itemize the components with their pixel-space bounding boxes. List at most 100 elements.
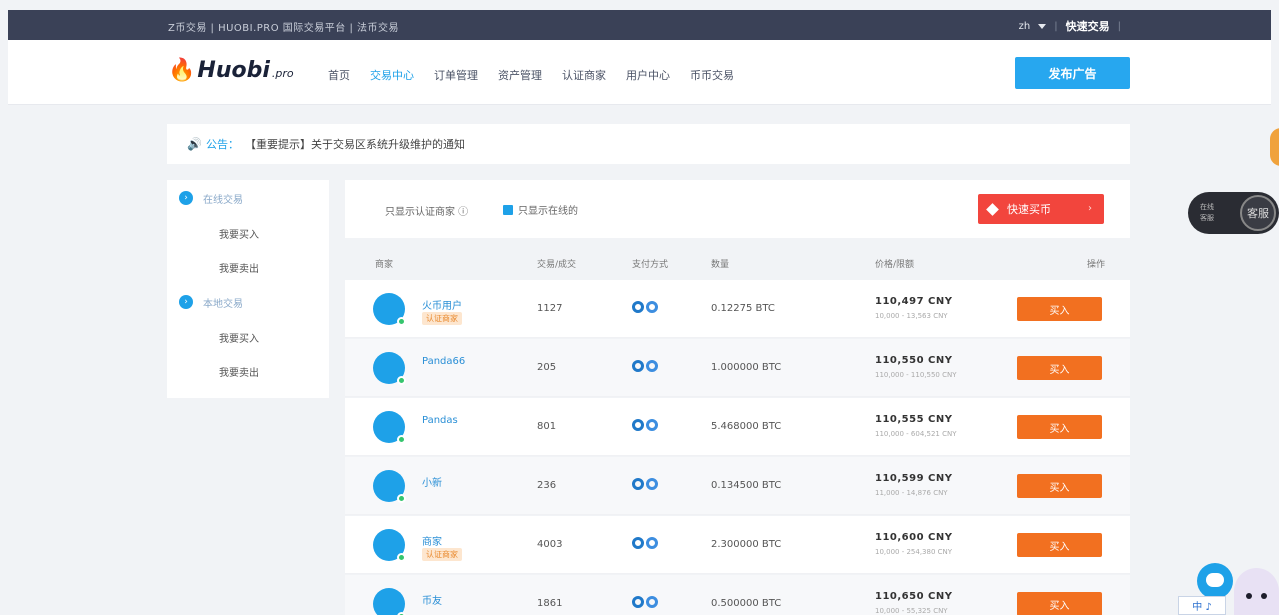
- nav-trade-center[interactable]: 交易中心: [360, 67, 424, 83]
- nav-certified[interactable]: 认证商家: [552, 67, 616, 83]
- merchant-name[interactable]: 商家: [422, 533, 442, 548]
- trade-limit: 110,000 - 604,521 CNY: [875, 430, 957, 438]
- online-status-dot: [397, 435, 406, 444]
- bank-icon: [646, 301, 658, 313]
- buy-button[interactable]: 买入: [1017, 356, 1102, 380]
- cs-text: 在线 客服: [1200, 203, 1214, 222]
- col-price: 价格/限额: [875, 259, 915, 270]
- buy-button[interactable]: 买入: [1017, 297, 1102, 321]
- merchant-name[interactable]: 币友: [422, 592, 442, 607]
- payment-methods: [632, 537, 658, 549]
- cs-avatar-icon[interactable]: 客服: [1240, 195, 1276, 231]
- unit-price: 110,599 CNY: [875, 473, 953, 484]
- buy-button[interactable]: 买入: [1017, 415, 1102, 439]
- buy-button[interactable]: 买入: [1017, 533, 1102, 557]
- online-status-dot: [397, 553, 406, 562]
- menu-item-local-sell[interactable]: 我要卖出: [167, 354, 329, 388]
- payment-methods: [632, 478, 658, 490]
- table-header: 商家 交易/成交 支付方式 数量 价格/限额 操作: [345, 252, 1130, 274]
- logo-suffix: .pro: [271, 67, 294, 80]
- merchant-avatar[interactable]: [373, 352, 406, 385]
- menu-group-online[interactable]: › 在线交易: [167, 180, 329, 216]
- nav-orders[interactable]: 订单管理: [424, 67, 488, 83]
- mascot-icon[interactable]: [1234, 568, 1279, 615]
- mascot-eye: [1261, 593, 1267, 599]
- alipay-icon: [632, 419, 644, 431]
- trade-limit: 10,000 - 254,380 CNY: [875, 548, 953, 556]
- menu-item-online-sell[interactable]: 我要卖出: [167, 250, 329, 284]
- fast-trade-link[interactable]: 快速交易: [1066, 18, 1110, 34]
- table-row: 币友 1861 0.500000 BTC 110,650 CNY 10,000 - 55…: [345, 575, 1130, 615]
- chevron-down-icon[interactable]: [1038, 23, 1047, 29]
- unit-price: 110,497 CNY: [875, 296, 953, 307]
- online-only-checkbox[interactable]: 只显示在线的: [503, 202, 578, 217]
- merchant-name[interactable]: 火币用户: [422, 297, 462, 312]
- trade-limit: 110,000 - 110,550 CNY: [875, 371, 957, 379]
- trade-volume: 205: [537, 362, 557, 373]
- customer-service-widget[interactable]: 在线 客服 客服: [1188, 192, 1279, 234]
- language-selector[interactable]: zh: [1019, 21, 1031, 32]
- merchant-name[interactable]: Panda66: [422, 356, 465, 367]
- nav-coin-trade[interactable]: 币币交易: [680, 67, 744, 83]
- amount: 1.000000 BTC: [711, 362, 782, 373]
- top-links[interactable]: Z币交易 | HUOBI.PRO 国际交易平台 | 法币交易: [168, 19, 399, 34]
- notice-label: 公告：: [205, 138, 239, 151]
- merchant-avatar[interactable]: [373, 411, 406, 444]
- logo-flame-icon: 🔥: [168, 58, 196, 83]
- merchant-avatar[interactable]: [373, 588, 406, 615]
- merchant-avatar[interactable]: [373, 529, 406, 562]
- trade-volume: 1127: [537, 303, 563, 314]
- separator: |: [1054, 20, 1058, 32]
- buy-button[interactable]: 买入: [1017, 474, 1102, 498]
- merchant-avatar[interactable]: [373, 293, 406, 326]
- nav-home[interactable]: 首页: [318, 67, 360, 83]
- quick-buy-button[interactable]: 快速买币 ›: [978, 194, 1104, 224]
- bank-icon: [646, 537, 658, 549]
- alipay-icon: [632, 537, 644, 549]
- certified-filter[interactable]: 只显示认证商家 ⓘ: [385, 203, 468, 218]
- merchant-name[interactable]: 小新: [422, 474, 442, 489]
- merchant-name[interactable]: Pandas: [422, 415, 458, 426]
- bank-icon: [646, 478, 658, 490]
- payment-methods: [632, 360, 658, 372]
- unit-price: 110,600 CNY: [875, 532, 953, 543]
- mascot-eye: [1246, 593, 1252, 599]
- post-ad-button[interactable]: 发布广告: [1015, 57, 1130, 89]
- payment-methods: [632, 596, 658, 608]
- buy-button[interactable]: 买入: [1017, 592, 1102, 615]
- checkbox-checked-icon[interactable]: [503, 204, 513, 215]
- merchant-avatar[interactable]: [373, 470, 406, 503]
- trade-volume: 801: [537, 421, 557, 432]
- bank-icon: [646, 360, 658, 372]
- col-merchant: 商家: [375, 259, 394, 270]
- top-right: zh | 快速交易 |: [1019, 18, 1121, 34]
- nav-assets[interactable]: 资产管理: [488, 67, 552, 83]
- nav-user-center[interactable]: 用户中心: [616, 67, 680, 83]
- trade-volume: 1861: [537, 598, 563, 609]
- menu-item-local-buy[interactable]: 我要买入: [167, 320, 329, 354]
- main-nav: 首页 交易中心 订单管理 资产管理 认证商家 用户中心 币币交易: [318, 67, 744, 83]
- trade-limit: 11,000 - 14,876 CNY: [875, 489, 948, 497]
- amount: 2.300000 BTC: [711, 539, 782, 550]
- filter-bar: 只显示认证商家 ⓘ 只显示在线的 快速买币 ›: [345, 180, 1130, 238]
- table-row: 火币用户 认证商家 1127 0.12275 BTC 110,497 CNY 10,000…: [345, 280, 1130, 338]
- menu-group-local[interactable]: › 本地交易: [167, 284, 329, 320]
- side-float-tab[interactable]: [1270, 128, 1279, 166]
- menu-group-label: 在线交易: [203, 194, 243, 206]
- unit-price: 110,650 CNY: [875, 591, 953, 602]
- amount: 0.12275 BTC: [711, 303, 775, 314]
- huobi-logo[interactable]: 🔥 Huobi .pro: [168, 58, 294, 83]
- ime-toolbar[interactable]: 中 ♪: [1178, 596, 1226, 615]
- amount: 0.500000 BTC: [711, 598, 782, 609]
- alipay-icon: [632, 301, 644, 313]
- chat-bubble-icon[interactable]: [1197, 563, 1233, 599]
- top-bar: Z币交易 | HUOBI.PRO 国际交易平台 | 法币交易 zh | 快速交易…: [8, 10, 1271, 40]
- menu-item-online-buy[interactable]: 我要买入: [167, 216, 329, 250]
- table-row: Pandas 801 5.468000 BTC 110,555 CNY 110,000 …: [345, 398, 1130, 456]
- chevron-right-icon: ›: [1088, 203, 1092, 214]
- side-menu: › 在线交易 我要买入 我要卖出 › 本地交易 我要买入 我要卖出: [167, 180, 329, 398]
- payment-methods: [632, 301, 658, 313]
- notice-text[interactable]: 【重要提示】关于交易区系统升级维护的通知: [245, 136, 465, 152]
- notice-bar: 🔊 公告： 【重要提示】关于交易区系统升级维护的通知: [167, 124, 1130, 164]
- online-status-dot: [397, 494, 406, 503]
